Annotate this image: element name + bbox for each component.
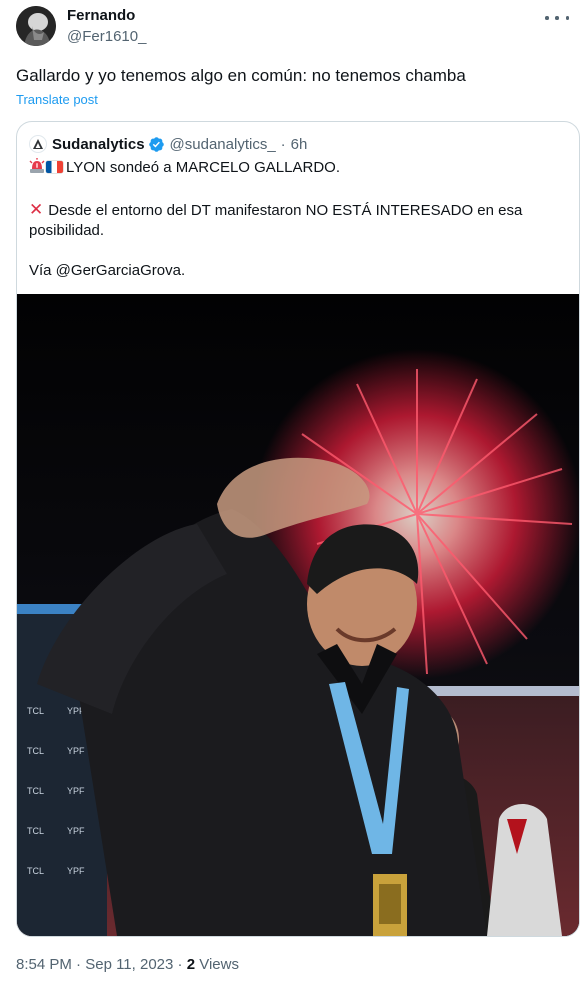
post-meta: 8:54 PM · Sep 11, 2023 · 2 Views bbox=[16, 955, 239, 975]
svg-text:YPF: YPF bbox=[67, 786, 85, 796]
author-info[interactable]: Fernando @Fer1610_ bbox=[67, 7, 146, 47]
meta-separator-2: · bbox=[177, 956, 183, 973]
header-separator: · bbox=[280, 135, 286, 153]
sudanalytics-logo-icon[interactable] bbox=[29, 135, 47, 153]
views-count: 2 bbox=[186, 956, 196, 973]
post-date[interactable]: Sep 11, 2023 bbox=[85, 956, 173, 973]
svg-text:YPF: YPF bbox=[67, 746, 85, 756]
quoted-post[interactable]: Sudanalytics @sudanalytics_ · 6h LYON so… bbox=[16, 121, 580, 937]
author-avatar[interactable] bbox=[16, 6, 56, 46]
svg-text:TCL: TCL bbox=[27, 786, 44, 796]
more-options-button[interactable] bbox=[542, 6, 572, 30]
post-time[interactable]: 8:54 PM bbox=[16, 956, 72, 973]
meta-separator-1: · bbox=[76, 956, 82, 973]
quoted-post-photo[interactable]: TCL YPF TCL YPF TCL YPF TCL YPF TCL YPF bbox=[17, 294, 579, 936]
quoted-line-2-text: Desde el entorno del DT manifestaron NO … bbox=[29, 202, 523, 239]
svg-text:TCL: TCL bbox=[27, 746, 44, 756]
views-label: Views bbox=[199, 956, 239, 973]
cross-mark-emoji-icon: ✕ bbox=[29, 200, 44, 219]
author-name[interactable]: Fernando bbox=[67, 7, 146, 25]
siren-emoji-icon bbox=[29, 158, 45, 180]
france-flag-icon bbox=[46, 161, 63, 173]
post-text: Gallardo y yo tenemos algo en común: no … bbox=[16, 66, 466, 85]
more-icon bbox=[545, 8, 569, 28]
quoted-post-body: LYON sondeó a MARCELO GALLARDO. ✕ Desde e… bbox=[29, 158, 567, 281]
author-handle[interactable]: @Fer1610_ bbox=[67, 27, 146, 47]
quoted-author-name[interactable]: Sudanalytics bbox=[52, 136, 145, 153]
svg-text:YPF: YPF bbox=[67, 866, 85, 876]
quoted-line-3: Vía @GerGarciaGrova. bbox=[29, 262, 186, 279]
svg-text:TCL: TCL bbox=[27, 866, 44, 876]
coach-fireworks-photo: TCL YPF TCL YPF TCL YPF TCL YPF TCL YPF bbox=[17, 294, 579, 936]
quoted-line-1: LYON sondeó a MARCELO GALLARDO. bbox=[29, 158, 567, 180]
quoted-post-header: Sudanalytics @sudanalytics_ · 6h bbox=[29, 134, 307, 154]
verified-badge-icon bbox=[148, 136, 165, 153]
quoted-post-time[interactable]: 6h bbox=[291, 136, 308, 153]
svg-text:TCL: TCL bbox=[27, 706, 44, 716]
quoted-line-1-text: LYON sondeó a MARCELO GALLARDO. bbox=[66, 159, 340, 176]
svg-text:YPF: YPF bbox=[67, 826, 85, 836]
avatar-silhouette-icon bbox=[16, 6, 56, 46]
translate-post-link[interactable]: Translate post bbox=[16, 92, 98, 107]
quoted-author-handle[interactable]: @sudanalytics_ bbox=[170, 136, 276, 153]
svg-text:TCL: TCL bbox=[27, 826, 44, 836]
quoted-line-2: ✕ Desde el entorno del DT manifestaron NO… bbox=[29, 200, 567, 241]
